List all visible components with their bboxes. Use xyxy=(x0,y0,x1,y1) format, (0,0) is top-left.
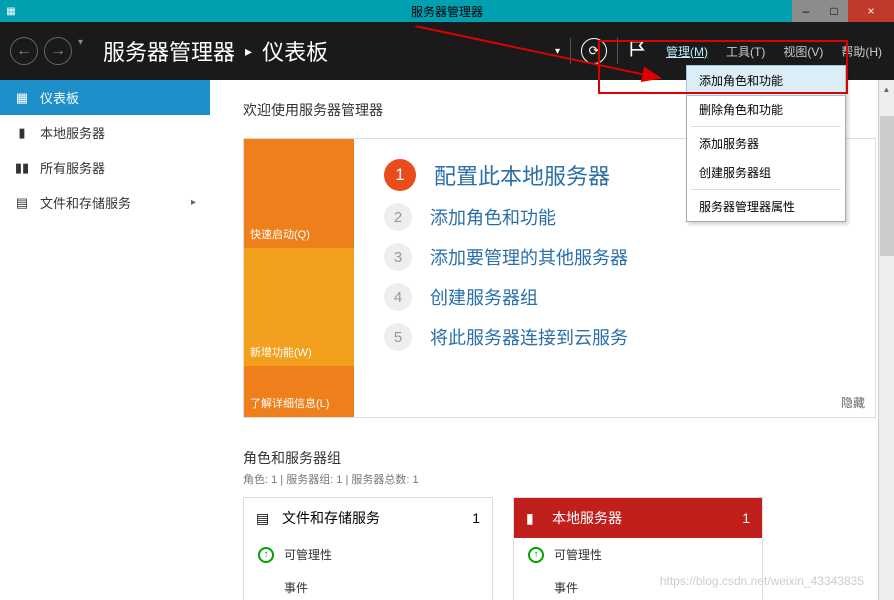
learn-more-tab[interactable]: 了解详细信息(L) xyxy=(244,366,354,417)
scroll-up-icon[interactable]: ▲ xyxy=(880,82,894,96)
step-number-icon: 2 xyxy=(384,203,412,231)
app-icon: ▦ xyxy=(0,0,22,22)
tile-file-storage[interactable]: ▤ 文件和存储服务 1 ↑ 可管理性 事件 xyxy=(243,497,493,600)
step-add-servers[interactable]: 3 添加要管理的其他服务器 xyxy=(384,243,845,271)
storage-icon: ▤ xyxy=(14,195,30,211)
status-ok-icon: ↑ xyxy=(528,547,544,563)
menu-remove-roles[interactable]: 删除角色和功能 xyxy=(687,95,845,124)
window-title: 服务器管理器 xyxy=(411,3,483,20)
status-ok-icon: ↑ xyxy=(258,547,274,563)
servers-icon: ▮▮ xyxy=(14,160,30,176)
sidebar-label: 文件和存储服务 xyxy=(40,193,131,212)
breadcrumb-app: 服务器管理器 xyxy=(103,35,235,67)
tile-count: 1 xyxy=(742,510,750,526)
close-button[interactable]: × xyxy=(848,0,894,22)
menu-help[interactable]: 帮助(H) xyxy=(839,39,884,64)
hide-link[interactable]: 隐藏 xyxy=(841,394,865,411)
menu-add-servers[interactable]: 添加服务器 xyxy=(687,129,845,158)
sidebar-label: 仪表板 xyxy=(40,88,79,107)
tile-title: 本地服务器 xyxy=(552,508,622,528)
header-dropdown-icon[interactable]: ▾ xyxy=(555,46,560,57)
step-number-icon: 5 xyxy=(384,323,412,351)
server-icon: ▮ xyxy=(14,125,30,141)
menu-properties[interactable]: 服务器管理器属性 xyxy=(687,192,845,221)
refresh-button[interactable]: ⟳ xyxy=(581,38,607,64)
notifications-flag-icon[interactable] xyxy=(628,39,648,64)
quick-start-tab[interactable]: 快速启动(Q) xyxy=(244,139,354,248)
tile-row-label: 可管理性 xyxy=(284,546,332,563)
sidebar-item-local-server[interactable]: ▮ 本地服务器 xyxy=(0,115,210,150)
dashboard-icon: ▦ xyxy=(14,90,30,106)
tile-row-manage[interactable]: ↑ 可管理性 xyxy=(244,538,492,571)
tile-row-events[interactable]: 事件 xyxy=(244,571,492,600)
step-label: 添加要管理的其他服务器 xyxy=(430,244,628,270)
sidebar-item-file-storage[interactable]: ▤ 文件和存储服务 ▸ xyxy=(0,185,210,220)
menu-tools[interactable]: 工具(T) xyxy=(724,39,767,64)
vertical-scrollbar[interactable]: ▲ xyxy=(878,80,894,600)
watermark-text: https://blog.csdn.net/weixin_43343835 xyxy=(660,574,864,588)
nav-back-button[interactable]: ← xyxy=(10,37,38,65)
roles-subtitle: 角色: 1 | 服务器组: 1 | 服务器总数: 1 xyxy=(243,471,876,487)
storage-icon: ▤ xyxy=(256,510,272,526)
chevron-right-icon: ▸ xyxy=(191,197,196,208)
tile-row-label: 事件 xyxy=(554,579,578,596)
step-label: 将此服务器连接到云服务 xyxy=(430,324,628,350)
nav-dropdown-icon[interactable]: ▾ xyxy=(78,37,83,65)
sidebar-item-all-servers[interactable]: ▮▮ 所有服务器 xyxy=(0,150,210,185)
tile-row-label: 事件 xyxy=(284,579,308,596)
breadcrumb: 服务器管理器 ▸ 仪表板 xyxy=(103,35,328,67)
menu-separator xyxy=(691,189,841,190)
menu-manage[interactable]: 管理(M) xyxy=(664,39,710,64)
breadcrumb-separator-icon: ▸ xyxy=(245,43,252,60)
tile-count: 1 xyxy=(472,510,480,526)
minimize-button[interactable]: – xyxy=(792,0,820,22)
tile-title: 文件和存储服务 xyxy=(282,508,380,528)
step-label: 配置此本地服务器 xyxy=(434,159,610,191)
whats-new-tab[interactable]: 新增功能(W) xyxy=(244,248,354,366)
nav-forward-button[interactable]: → xyxy=(44,37,72,65)
separator xyxy=(570,38,571,64)
step-number-icon: 4 xyxy=(384,283,412,311)
menu-create-group[interactable]: 创建服务器组 xyxy=(687,158,845,187)
menu-add-roles[interactable]: 添加角色和功能 xyxy=(687,66,845,95)
tile-row-label: 可管理性 xyxy=(554,546,602,563)
step-number-icon: 3 xyxy=(384,243,412,271)
step-create-group[interactable]: 4 创建服务器组 xyxy=(384,283,845,311)
server-icon: ▮ xyxy=(526,510,542,526)
scroll-thumb[interactable] xyxy=(880,116,894,256)
manage-dropdown: 添加角色和功能 删除角色和功能 添加服务器 创建服务器组 服务器管理器属性 xyxy=(686,65,846,222)
step-label: 创建服务器组 xyxy=(430,284,538,310)
menu-view[interactable]: 视图(V) xyxy=(781,39,825,64)
step-connect-cloud[interactable]: 5 将此服务器连接到云服务 xyxy=(384,323,845,351)
maximize-button[interactable]: □ xyxy=(820,0,848,22)
menu-separator xyxy=(691,126,841,127)
step-number-icon: 1 xyxy=(384,159,416,191)
breadcrumb-page: 仪表板 xyxy=(262,35,328,67)
sidebar-label: 本地服务器 xyxy=(40,123,105,142)
sidebar-label: 所有服务器 xyxy=(40,158,105,177)
step-label: 添加角色和功能 xyxy=(430,204,556,230)
separator xyxy=(617,38,618,64)
sidebar-item-dashboard[interactable]: ▦ 仪表板 xyxy=(0,80,210,115)
roles-section-title: 角色和服务器组 xyxy=(243,448,876,468)
tile-row-manage[interactable]: ↑ 可管理性 xyxy=(514,538,762,571)
